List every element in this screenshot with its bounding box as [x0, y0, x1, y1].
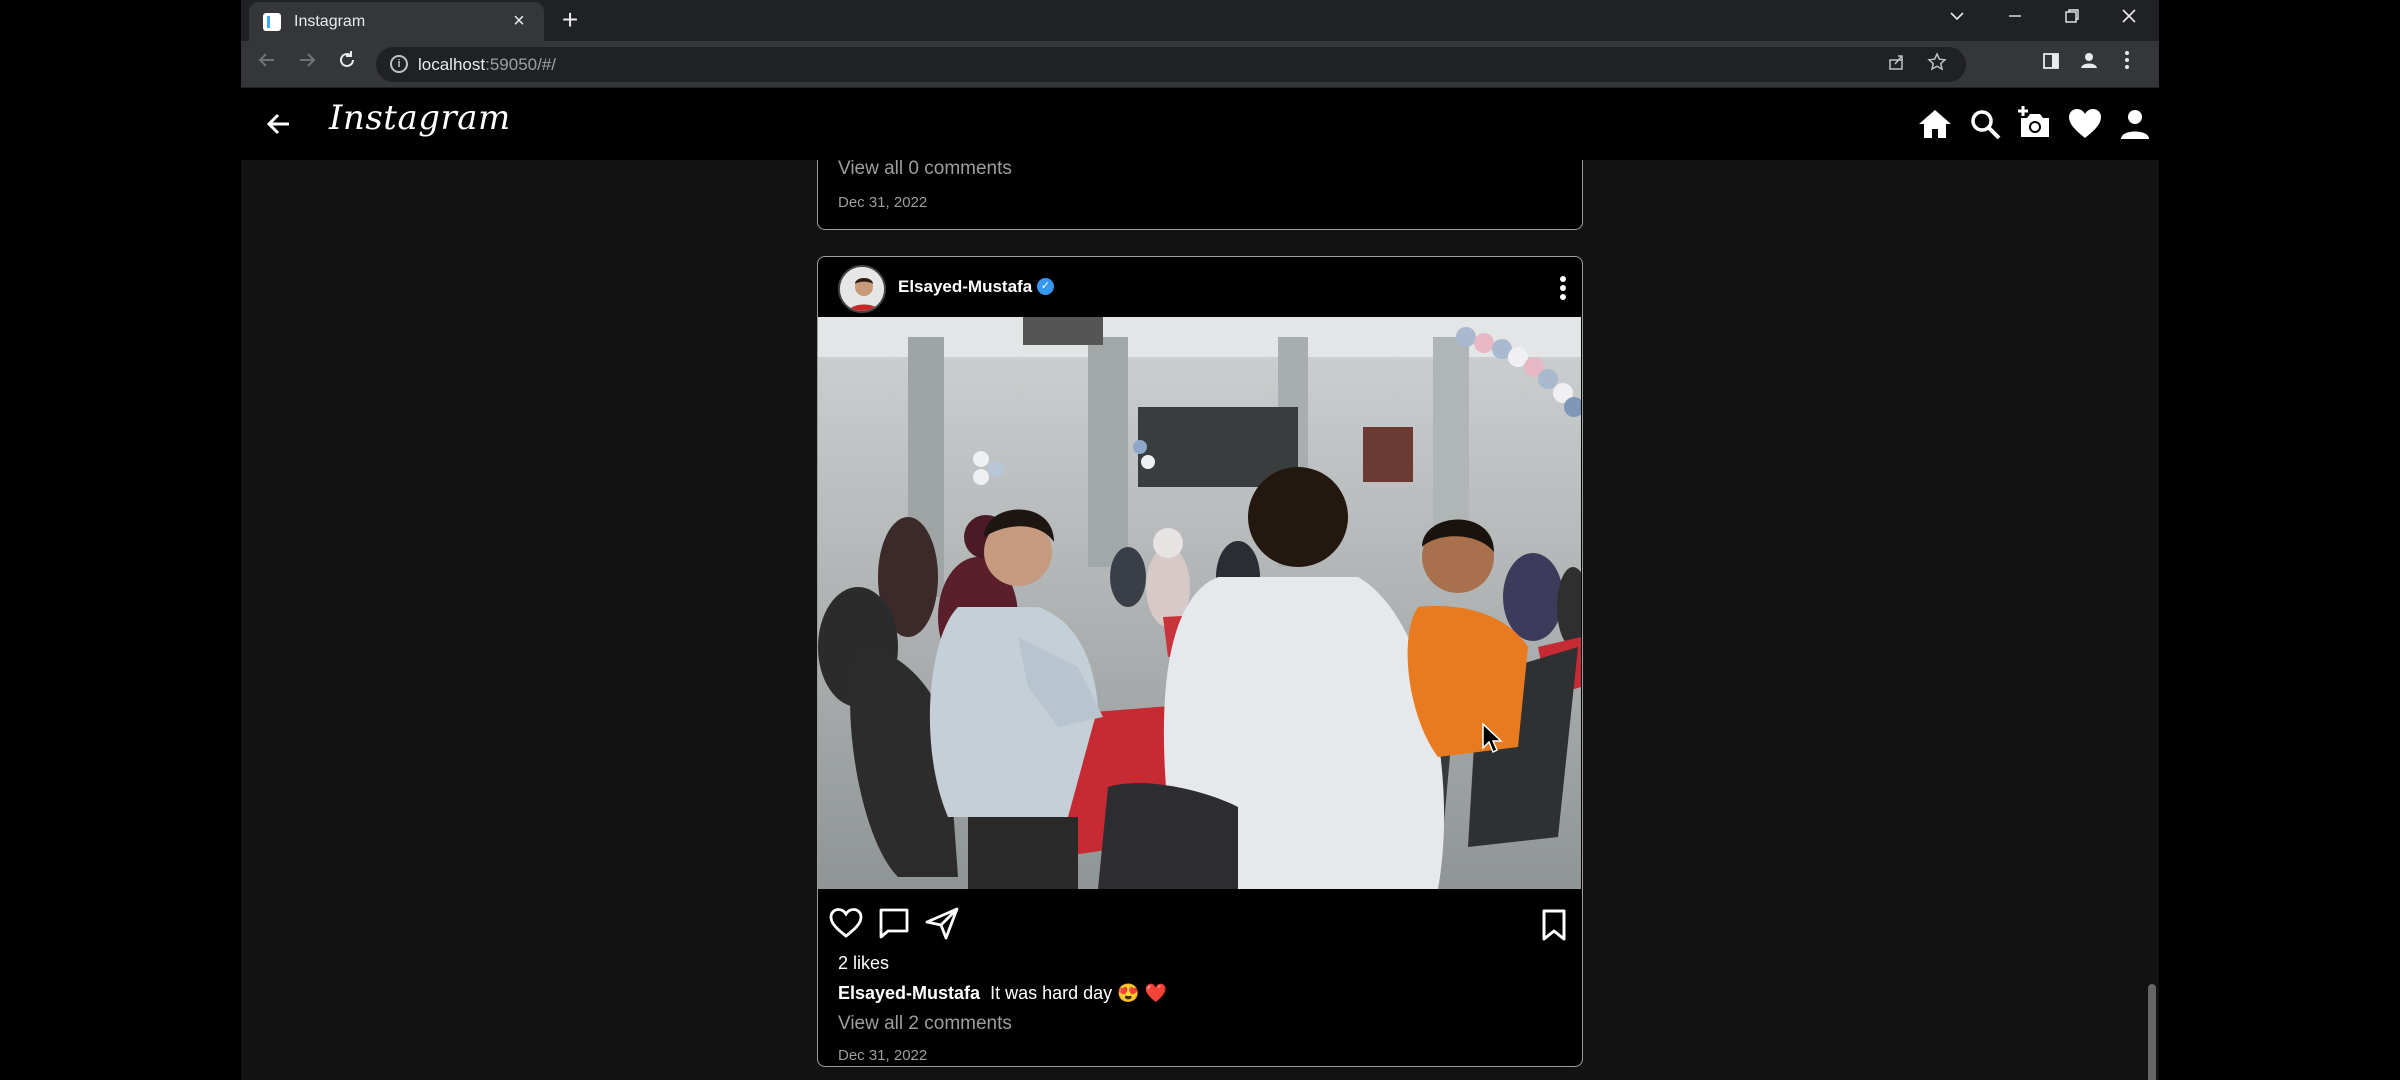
comment-icon[interactable]	[876, 905, 912, 941]
reload-icon[interactable]	[331, 48, 363, 80]
browser-toolbar: i localhost:59050/#/	[241, 41, 2159, 88]
verified-badge-icon: ✓	[1037, 278, 1054, 295]
search-icon[interactable]	[1967, 106, 2003, 142]
scrollbar-thumb[interactable]	[2148, 984, 2156, 1080]
mouse-cursor-icon	[1482, 722, 1503, 754]
desktop-background-left	[0, 0, 241, 1080]
view-comments-link[interactable]: View all 0 comments	[838, 158, 1012, 180]
browser-menu-icon[interactable]	[2111, 48, 2143, 80]
instagram-logo: Instagram	[329, 98, 511, 138]
post-date: Dec 31, 2022	[838, 1047, 928, 1064]
tab-search-chevron-icon[interactable]	[1941, 6, 1973, 34]
page-scrollbar[interactable]	[2145, 160, 2159, 1080]
person-icon[interactable]	[2117, 106, 2153, 142]
restore-icon[interactable]	[2056, 6, 2088, 34]
avatar[interactable]	[838, 265, 886, 313]
forward-nav-icon[interactable]	[291, 48, 323, 80]
side-panel-icon[interactable]	[2035, 48, 2067, 80]
post-date: Dec 31, 2022	[838, 194, 928, 211]
post-username[interactable]: Elsayed-Mustafa	[898, 277, 1032, 297]
like-heart-icon[interactable]	[828, 905, 864, 941]
back-nav-icon[interactable]	[251, 48, 283, 80]
post-photo[interactable]	[818, 317, 1581, 889]
address-bar[interactable]: i localhost:59050/#/	[376, 47, 1966, 82]
minimize-icon[interactable]	[1999, 6, 2031, 34]
post-card: Elsayed-Mustafa ✓ 2 likes Elsayed-Mustaf…	[817, 256, 1583, 1067]
page-viewport: Instagram View all 0 comments Dec 31, 20…	[241, 88, 2159, 1080]
likes-count[interactable]: 2 likes	[838, 953, 889, 974]
caption-username[interactable]: Elsayed-Mustafa	[838, 983, 980, 1003]
tab-title: Instagram	[294, 13, 366, 30]
send-icon[interactable]	[924, 905, 960, 941]
caption-text: It was hard day 😍 ❤️	[990, 983, 1167, 1003]
share-icon[interactable]	[1884, 52, 1910, 78]
bookmark-star-icon[interactable]	[1924, 52, 1950, 78]
app-bar: Instagram	[241, 88, 2159, 160]
add-photo-icon[interactable]	[2017, 106, 2053, 142]
url-host: localhost	[418, 55, 486, 74]
flutter-favicon-icon	[263, 13, 281, 31]
url-path: :59050/#/	[485, 55, 557, 74]
address-url: localhost:59050/#/	[418, 55, 556, 75]
new-tab-icon[interactable]: +	[557, 6, 583, 34]
feed-column: View all 0 comments Dec 31, 2022 Elsayed…	[817, 88, 1585, 1080]
browser-tab[interactable]: Instagram ×	[249, 2, 544, 41]
heart-icon[interactable]	[2067, 106, 2103, 142]
home-icon[interactable]	[1917, 106, 1953, 142]
profile-icon[interactable]	[2073, 48, 2105, 80]
tab-strip: Instagram × +	[241, 0, 2159, 41]
view-comments-link[interactable]: View all 2 comments	[838, 1013, 1012, 1035]
site-info-icon[interactable]: i	[390, 55, 408, 73]
more-options-icon[interactable]	[1558, 273, 1568, 303]
back-arrow-icon[interactable]	[261, 106, 297, 142]
bookmark-icon[interactable]	[1536, 907, 1572, 943]
close-tab-icon[interactable]: ×	[508, 10, 530, 32]
post-caption: Elsayed-Mustafa It was hard day 😍 ❤️	[838, 983, 1167, 1004]
browser-window: Instagram × + i localhost:59050/#/ Insta…	[241, 0, 2159, 1080]
desktop-background-right	[2159, 0, 2400, 1080]
close-window-icon[interactable]	[2113, 6, 2145, 34]
